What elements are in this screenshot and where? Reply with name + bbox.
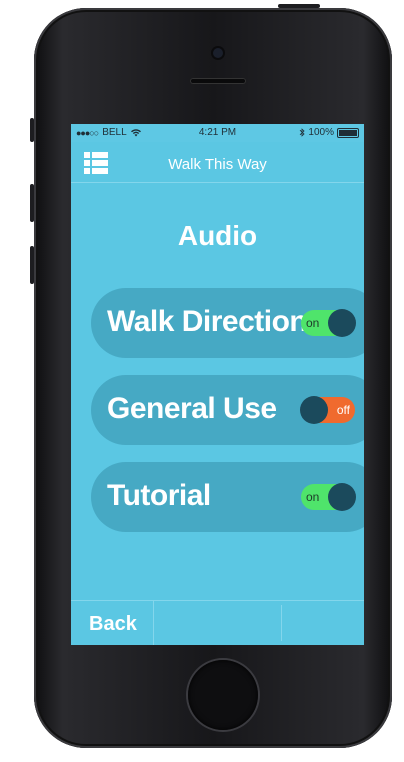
toggle-knob — [328, 483, 356, 511]
toggle-knob — [328, 309, 356, 337]
power-button — [278, 4, 320, 8]
front-camera — [213, 48, 223, 58]
tutorial-toggle[interactable]: on — [301, 483, 356, 511]
bluetooth-icon — [300, 128, 306, 137]
setting-row-general-use[interactable]: General Use off — [91, 375, 364, 445]
volume-down-button — [30, 246, 34, 284]
page-title: Audio — [177, 220, 258, 251]
mute-switch — [30, 118, 34, 142]
nav-bar: Walk This Way — [71, 142, 364, 183]
volume-up-button — [30, 184, 34, 222]
setting-label: Tutorial — [107, 479, 211, 512]
setting-label: General Use — [107, 392, 277, 425]
battery-percent: 100% — [308, 127, 334, 138]
setting-row-tutorial[interactable]: Tutorial on — [91, 462, 364, 532]
back-button[interactable]: Back — [71, 601, 154, 645]
toggle-knob — [300, 396, 328, 424]
back-label: Back — [89, 613, 137, 635]
general-use-toggle[interactable]: off — [300, 396, 355, 424]
battery-icon — [337, 127, 359, 138]
earpiece-speaker — [190, 78, 246, 84]
toggle-state-label: off — [336, 403, 350, 417]
toggle-state-label: on — [306, 490, 320, 504]
bottom-bar: Back — [71, 600, 364, 645]
home-button[interactable] — [188, 660, 258, 730]
walk-direction-toggle[interactable]: on — [301, 309, 356, 337]
app-title: Walk This Way — [168, 156, 267, 173]
setting-row-walk-direction[interactable]: Walk Direction on — [91, 288, 364, 358]
toggle-state-label: on — [306, 316, 320, 330]
status-bar: ●●●○○ BELL 4:21 PM 100% — [71, 124, 364, 142]
app-screen: ●●●○○ BELL 4:21 PM 100% Walk This Way Au… — [71, 124, 364, 645]
bottom-bar-divider — [281, 605, 282, 641]
setting-label: Walk Direction — [107, 305, 308, 338]
